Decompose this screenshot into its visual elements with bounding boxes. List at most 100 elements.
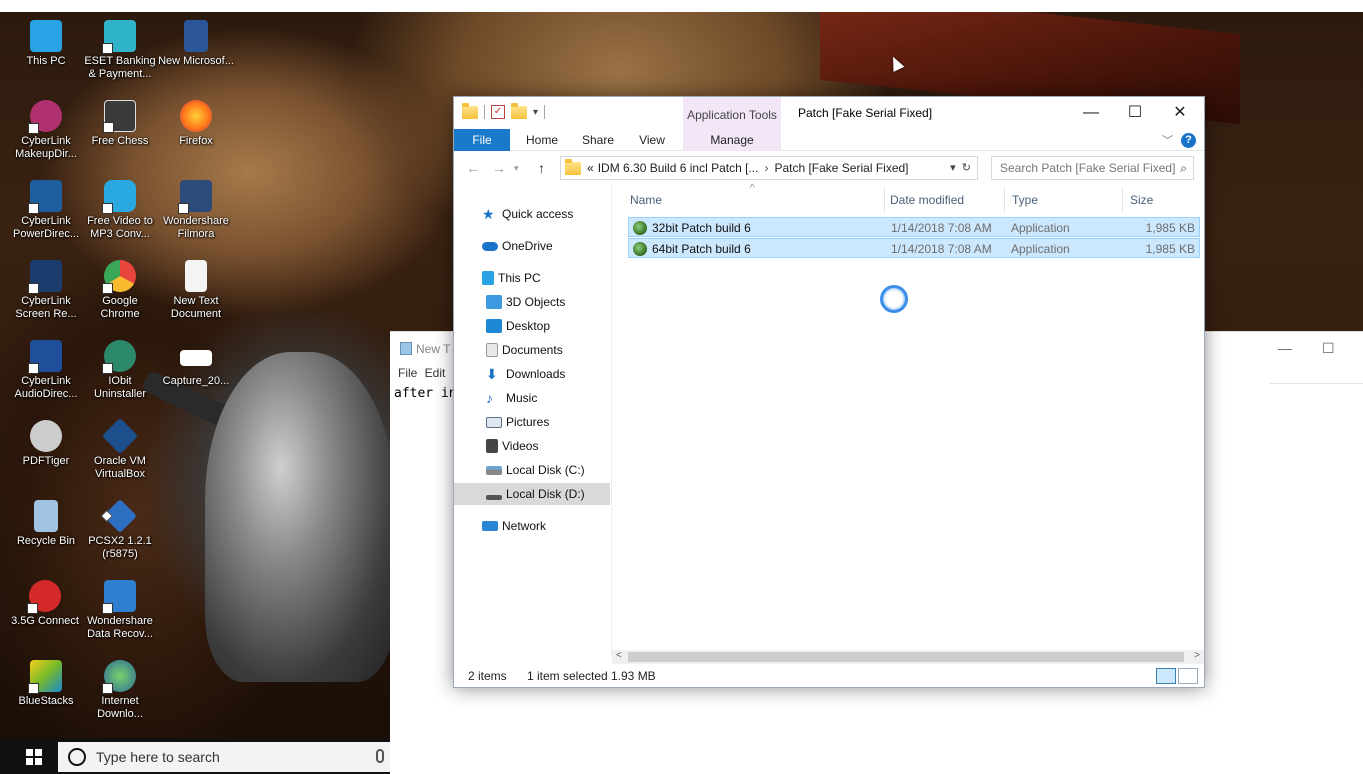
file-row[interactable]: 64bit Patch build 6 1/14/2018 7:08 AM Ap…	[628, 238, 1200, 258]
desktop-icon-iobit[interactable]: IObit Uninstaller	[82, 340, 158, 401]
nav-this-pc[interactable]: This PC	[454, 267, 610, 289]
refresh-icon[interactable]: ↻	[962, 162, 971, 174]
large-icons-view-icon[interactable]	[1178, 668, 1198, 684]
column-separator[interactable]	[1004, 187, 1005, 213]
back-arrow-icon[interactable]: ←	[466, 160, 480, 176]
desktop-icon-audiodirector[interactable]: CyberLink AudioDirec...	[8, 340, 84, 401]
recycle-bin-icon	[34, 500, 58, 532]
desktop-icon-eset[interactable]: ESET Banking & Payment...	[82, 20, 158, 81]
nav-local-disk-d[interactable]: Local Disk (D:)	[454, 483, 610, 505]
scroll-left-arrow-icon[interactable]: <	[616, 650, 622, 661]
new-folder-icon[interactable]	[511, 102, 527, 119]
nav-quick-access[interactable]: ★ Quick access	[454, 203, 610, 225]
wallpaper-coffee-pot	[205, 352, 395, 682]
desktop-icon-bluestacks[interactable]: BlueStacks	[8, 660, 84, 708]
desktop-icon-recycle-bin[interactable]: Recycle Bin	[8, 500, 84, 548]
powerdirector-icon	[28, 180, 62, 214]
nav-videos[interactable]: Videos	[454, 435, 610, 457]
notepad-menu-bar[interactable]: File Edit	[398, 366, 445, 380]
file-row[interactable]: 32bit Patch build 6 1/14/2018 7:08 AM Ap…	[628, 217, 1200, 237]
explorer-titlebar[interactable]: ✓ ▾ Application Tools Patch [Fake Serial…	[454, 97, 1204, 129]
folder-icon	[462, 102, 478, 119]
tab-file[interactable]: File	[454, 129, 510, 151]
desktop-icon-data-recovery[interactable]: Wondershare Data Recov...	[82, 580, 158, 641]
desktop-icon-mp3-converter[interactable]: Free Video to MP3 Conv...	[82, 180, 158, 241]
tab-share[interactable]: Share	[576, 129, 620, 151]
maximize-button[interactable]: ☐	[1112, 101, 1158, 125]
desktop-icon-capture[interactable]: Capture_20...	[158, 340, 234, 388]
quick-access-star-icon: ★	[482, 206, 495, 222]
qat-dropdown-icon[interactable]: ▾	[533, 107, 538, 118]
desktop-icon-chrome[interactable]: Google Chrome	[82, 260, 158, 321]
tab-view[interactable]: View	[632, 129, 672, 151]
nav-onedrive[interactable]: OneDrive	[454, 235, 610, 257]
address-dropdown-icon[interactable]: ▾	[950, 162, 956, 174]
microphone-icon[interactable]	[376, 749, 384, 763]
desktop-icon-new-word[interactable]: New Microsof...	[158, 20, 234, 68]
status-selected: 1 item selected	[527, 669, 608, 683]
tab-home[interactable]: Home	[520, 129, 564, 151]
up-arrow-icon[interactable]: ↑	[538, 160, 545, 176]
desktop-icon-idm[interactable]: Internet Downlo...	[82, 660, 158, 721]
nav-label: Videos	[502, 439, 539, 453]
desktop-icon-virtualbox[interactable]: Oracle VM VirtualBox	[82, 417, 158, 481]
breadcrumb-idm-folder[interactable]: IDM 6.30 Build 6 incl Patch [...	[598, 161, 759, 175]
nav-network[interactable]: Network	[454, 515, 610, 537]
desktop-icon	[486, 319, 502, 333]
desktop-icon-screen-recorder[interactable]: CyberLink Screen Re...	[8, 260, 84, 321]
column-header-name[interactable]: Name	[630, 193, 662, 207]
notepad-text-area[interactable]: after in	[394, 386, 457, 401]
desktop-icon-label: CyberLink PowerDirec...	[12, 215, 80, 240]
column-header-type[interactable]: Type	[1012, 193, 1038, 207]
horizontal-scrollbar[interactable]: < >	[612, 650, 1204, 664]
forward-arrow-icon[interactable]: →	[492, 160, 506, 176]
nav-label: 3D Objects	[506, 295, 566, 309]
this-pc-icon	[30, 20, 62, 52]
help-icon[interactable]: ?	[1181, 132, 1196, 148]
desktop-icon-powerdirector[interactable]: CyberLink PowerDirec...	[8, 180, 84, 241]
column-header-date[interactable]: Date modified	[890, 193, 964, 207]
nav-documents[interactable]: Documents	[454, 339, 610, 361]
desktop-icon-pcsx2[interactable]: PCSX2 1.2.1 (r5875)	[82, 499, 158, 561]
network-icon	[482, 521, 498, 531]
breadcrumb-patch-folder[interactable]: Patch [Fake Serial Fixed]	[774, 161, 908, 175]
minimize-button[interactable]: —	[1068, 101, 1114, 125]
address-bar[interactable]: « IDM 6.30 Build 6 incl Patch [... › Pat…	[560, 156, 978, 180]
search-input[interactable]: Search Patch [Fake Serial Fixed] ⌕	[991, 156, 1194, 180]
nav-pictures[interactable]: Pictures	[454, 411, 610, 433]
virtualbox-icon	[101, 417, 139, 455]
start-button[interactable]	[10, 746, 58, 768]
desktop-icon-free-chess[interactable]: Free Chess	[82, 100, 158, 148]
tab-manage[interactable]: Manage	[683, 129, 781, 151]
recent-locations-chevron-icon[interactable]: ▾	[514, 163, 519, 174]
nav-3d-objects[interactable]: 3D Objects	[454, 291, 610, 313]
details-view-icon[interactable]	[1156, 668, 1176, 684]
desktop-icon-pdftiger[interactable]: PDFTiger	[8, 420, 84, 468]
desktop-icon-makeupdirector[interactable]: CyberLink MakeupDir...	[8, 100, 84, 161]
close-button[interactable]: ✕	[1157, 101, 1203, 125]
desktop-icon-filmora[interactable]: Wondershare Filmora	[158, 180, 234, 241]
desktop-icon-3g-connect[interactable]: 3.5G Connect	[0, 580, 90, 628]
scroll-right-arrow-icon[interactable]: >	[1194, 650, 1200, 661]
desktop-icon-new-text-document[interactable]: New Text Document	[158, 260, 234, 321]
file-date: 1/14/2018 7:08 AM	[891, 242, 992, 256]
screen-top-strip	[0, 0, 1363, 12]
nav-desktop[interactable]: Desktop	[454, 315, 610, 337]
column-separator[interactable]	[1122, 187, 1123, 213]
nav-downloads[interactable]: ⬇ Downloads	[454, 363, 610, 385]
file-explorer-window[interactable]: ✓ ▾ Application Tools Patch [Fake Serial…	[453, 96, 1205, 688]
ribbon-expand-chevron-icon[interactable]: ﹀	[1162, 132, 1173, 148]
notepad-maximize-button[interactable]: ☐	[1322, 340, 1335, 357]
taskbar-search-box[interactable]: Type here to search	[58, 742, 390, 772]
scrollbar-thumb[interactable]	[628, 652, 1184, 662]
column-separator[interactable]	[884, 187, 885, 213]
properties-check-icon[interactable]: ✓	[491, 105, 505, 119]
nav-music[interactable]: ♪ Music	[454, 387, 610, 409]
breadcrumb-overflow[interactable]: «	[587, 161, 594, 175]
desktop-icon-this-pc[interactable]: This PC	[8, 20, 84, 68]
desktop-icon-firefox[interactable]: Firefox	[158, 100, 234, 148]
nav-local-disk-c[interactable]: Local Disk (C:)	[454, 459, 610, 481]
column-header-size[interactable]: Size	[1130, 193, 1153, 207]
pictures-icon	[486, 416, 502, 428]
notepad-minimize-button[interactable]: —	[1278, 340, 1292, 356]
